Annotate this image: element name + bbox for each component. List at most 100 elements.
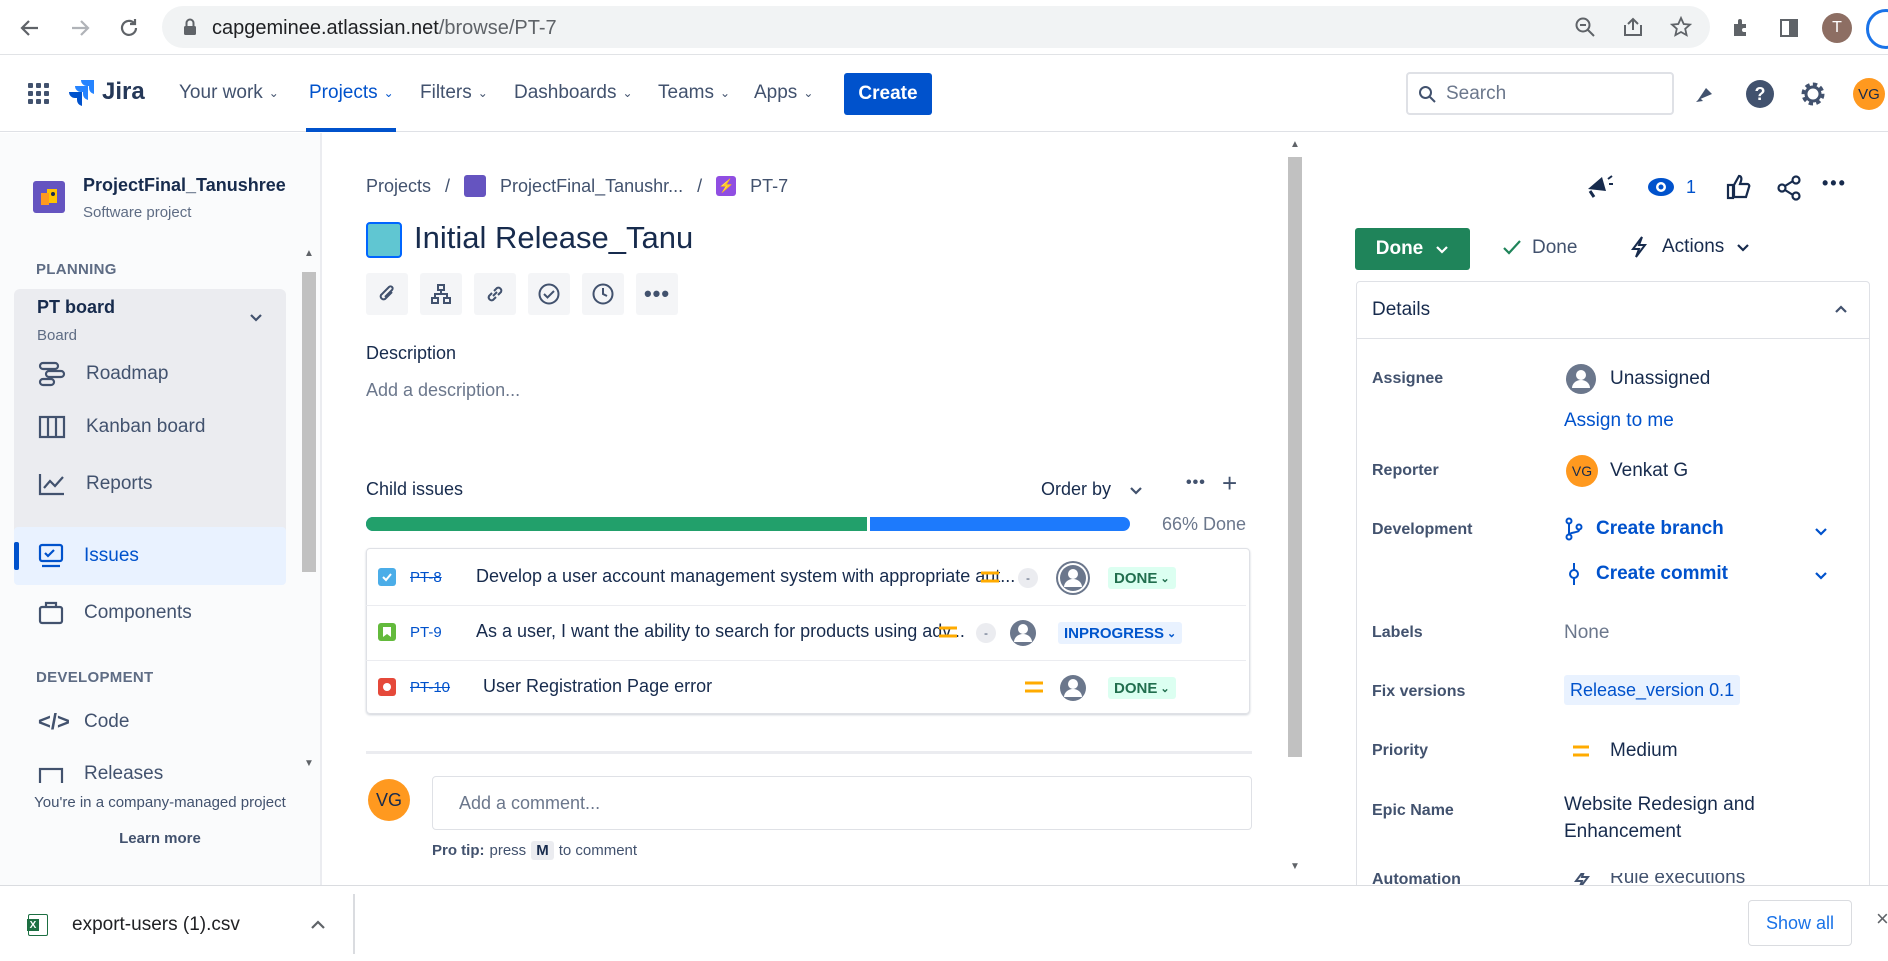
table-row[interactable]: PT-10 User Registration Page error DONE ⌄ [366,661,1246,716]
scroll-up-icon[interactable]: ▲ [1290,139,1300,150]
assignee-value[interactable]: Unassigned [1610,368,1710,390]
epic-name-line1[interactable]: Website Redesign and [1564,794,1755,816]
more-actions-button[interactable]: ••• [636,273,678,315]
back-icon[interactable] [16,14,44,42]
sidebar-item-kanban-board[interactable]: Kanban board [38,415,205,439]
nav-teams[interactable]: Teams ⌄ [658,82,730,104]
close-downloads-icon[interactable]: × [1876,906,1888,932]
fix-version-tag[interactable]: Release_version 0.1 [1564,675,1741,705]
approval-button[interactable] [528,273,570,315]
share-page-icon[interactable] [1622,16,1644,38]
child-summary[interactable]: User Registration Page error [483,676,712,697]
labels-value[interactable]: None [1564,622,1609,644]
automation-value[interactable]: Rule executions [1610,873,1745,885]
main-scrollbar[interactable]: ▲ ▼ [1286,133,1304,885]
side-panel-icon[interactable] [1775,14,1803,42]
notifications-icon[interactable] [1692,82,1718,108]
more-options-icon[interactable]: ••• [1822,173,1847,194]
nav-dashboards[interactable]: Dashboards ⌄ [514,82,633,104]
nav-projects[interactable]: Projects ⌄ [309,82,394,104]
priority-value[interactable]: Medium [1610,740,1678,762]
epic-color-swatch[interactable] [366,222,402,258]
scroll-down-icon[interactable]: ▼ [1290,861,1300,872]
browser-menu-icon[interactable] [1866,9,1888,49]
project-name[interactable]: ProjectFinal_Tanushree [83,175,286,196]
settings-gear-icon[interactable] [1799,80,1827,108]
create-commit-link[interactable]: Create commit [1564,561,1728,587]
sidebar-item-reports[interactable]: Reports [38,472,153,496]
scroll-down-icon[interactable]: ▼ [304,758,314,769]
log-time-button[interactable] [582,273,624,315]
child-key[interactable]: PT-9 [410,624,442,641]
unassigned-avatar-icon[interactable] [1006,616,1040,650]
unassigned-avatar-icon[interactable] [1056,561,1090,595]
child-key[interactable]: PT-10 [410,679,450,696]
epic-name-line2[interactable]: Enhancement [1564,821,1681,843]
child-issue-button[interactable] [420,273,462,315]
user-avatar[interactable]: VG [1853,78,1885,110]
child-more-icon[interactable]: ••• [1186,474,1206,492]
child-summary[interactable]: As a user, I want the ability to search … [476,621,965,642]
profile-avatar[interactable]: T [1822,13,1852,43]
status-lozenge[interactable]: INPROGRESS ⌄ [1058,622,1183,644]
forward-icon[interactable] [66,14,94,42]
main-scroll-thumb[interactable] [1288,157,1302,757]
sidebar-item-code[interactable]: </> Code [38,709,129,735]
chevron-down-icon[interactable] [1814,568,1828,582]
scroll-up-icon[interactable]: ▲ [304,248,314,259]
breadcrumb-issue-key[interactable]: PT-7 [750,176,788,197]
watchers-button[interactable]: 1 [1646,175,1696,199]
sidebar-item-releases[interactable]: Releases [38,763,163,783]
unassigned-avatar-icon[interactable] [1056,671,1090,705]
nav-filters[interactable]: Filters ⌄ [420,82,488,104]
assign-to-me-link[interactable]: Assign to me [1564,410,1674,432]
app-switcher-icon[interactable] [28,83,50,105]
board-name[interactable]: PT board [37,297,115,318]
child-summary[interactable]: Develop a user account management system… [476,566,1015,587]
issue-title[interactable]: Initial Release_Tanu [414,220,693,256]
download-file-name[interactable]: export-users (1).csv [72,914,240,936]
chevron-down-icon[interactable] [1814,524,1828,538]
lock-icon[interactable] [182,18,198,36]
sidebar-item-roadmap[interactable]: Roadmap [38,361,168,387]
help-icon[interactable]: ? [1746,80,1774,108]
breadcrumb-project[interactable]: ProjectFinal_Tanushr... [500,176,683,197]
details-header[interactable]: Details [1356,281,1870,339]
url-text[interactable]: capgeminee.atlassian.net/browse/PT-7 [212,17,557,40]
search-input[interactable]: Search [1406,72,1674,115]
share-icon[interactable] [1776,175,1802,201]
reload-icon[interactable] [115,14,143,42]
link-issue-button[interactable] [474,273,516,315]
sidebar-item-issues[interactable]: Issues [38,543,139,569]
create-branch-link[interactable]: Create branch [1564,517,1724,541]
order-by-dropdown[interactable]: Order by [1041,479,1143,500]
table-row[interactable]: PT-8 Develop a user account management s… [366,551,1246,606]
sidebar-scroll-thumb[interactable] [302,272,316,572]
child-key[interactable]: PT-8 [410,569,442,586]
nav-your-work[interactable]: Your work ⌄ [179,82,279,104]
show-all-button[interactable]: Show all [1748,900,1852,946]
address-bar[interactable]: capgeminee.atlassian.net/browse/PT-7 [162,6,1710,48]
zoom-icon[interactable] [1574,16,1596,38]
status-button[interactable]: Done [1355,228,1470,270]
jira-logo[interactable]: Jira [68,78,145,106]
board-chevron-down-icon[interactable] [248,309,264,325]
sidebar-item-components[interactable]: Components [38,601,192,625]
status-lozenge[interactable]: DONE ⌄ [1108,567,1176,589]
bookmark-star-icon[interactable] [1670,16,1692,38]
extensions-icon[interactable] [1727,14,1755,42]
comment-input[interactable]: Add a comment... [432,776,1252,830]
breadcrumb-projects[interactable]: Projects [366,176,431,197]
nav-apps[interactable]: Apps ⌄ [754,82,813,104]
add-child-icon[interactable]: + [1222,468,1237,499]
create-button[interactable]: Create [844,73,932,115]
reporter-value[interactable]: Venkat G [1610,460,1688,482]
feedback-megaphone-icon[interactable] [1584,173,1614,201]
table-row[interactable]: PT-9 As a user, I want the ability to se… [366,606,1246,661]
like-thumbs-up-icon[interactable] [1726,173,1752,201]
description-placeholder[interactable]: Add a description... [366,380,520,401]
actions-dropdown[interactable]: Actions [1628,235,1750,259]
chevron-up-icon[interactable] [310,919,326,931]
attach-button[interactable] [366,273,408,315]
sidebar-scrollbar[interactable]: ▲ ▼ [300,248,318,775]
